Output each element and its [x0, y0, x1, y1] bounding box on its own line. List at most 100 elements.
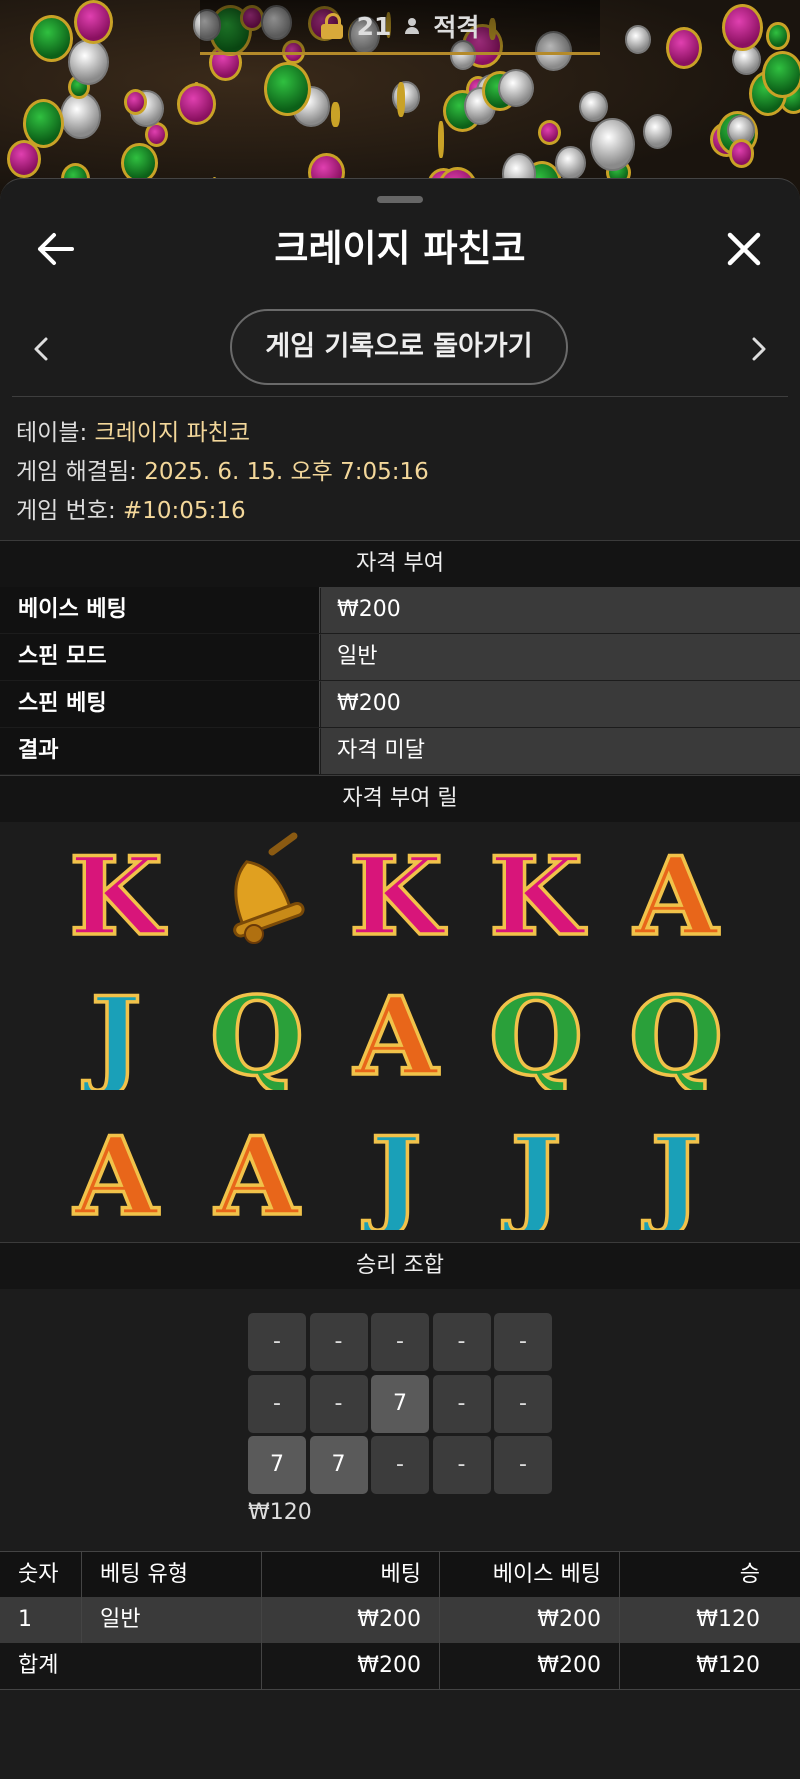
row-value: ₩200 [321, 587, 800, 633]
history-nav: 게임 기록으로 돌아가기 [0, 309, 800, 389]
total-label: 합계 [0, 1643, 262, 1689]
win-grid-cell: - [432, 1374, 491, 1433]
back-arrow-icon[interactable] [36, 231, 76, 267]
decor-coin [721, 3, 764, 51]
wins-heading: 승리 조합 [0, 1242, 800, 1290]
total-bet: ₩200 [262, 1643, 440, 1689]
qualify-label: 적격 [433, 13, 480, 42]
decor-coin [438, 120, 444, 159]
qualification-row: 베이스 베팅 ₩200 [0, 587, 800, 635]
win-grid-cell: - [248, 1313, 306, 1371]
decor-coin [578, 91, 608, 123]
reel-symbol-letter: J [362, 1114, 421, 1230]
col-header: 숫자 [0, 1552, 82, 1598]
reel-symbol-q-icon: Q [208, 972, 306, 1090]
win-grid-cell: - [309, 1313, 368, 1371]
win-amount: ₩120 [248, 1500, 312, 1525]
reel-symbol-a-icon: A [212, 1112, 303, 1230]
win-grid-cell: - [432, 1436, 491, 1494]
reel-symbol-letter: J [642, 1114, 701, 1230]
win-grid-cell: 7 [248, 1436, 306, 1494]
win-grid-cell: - [371, 1436, 429, 1494]
cell-win: ₩120 [696, 1607, 760, 1632]
win-grid-cell: - [432, 1313, 491, 1371]
decor-coin [176, 83, 216, 125]
win-grid-cell: - [309, 1374, 368, 1433]
divider [12, 396, 788, 397]
decor-coin [391, 81, 421, 113]
row-key: 결과 [0, 728, 320, 774]
close-icon[interactable] [724, 229, 764, 269]
decor-coin [766, 22, 790, 50]
game-info: 테이블: 크레이지 파친코 게임 해결됨: 2025. 6. 15. 오후 7:… [16, 414, 429, 531]
bell-symbol-icon [233, 832, 305, 944]
reel-symbol-k-icon: K [487, 832, 589, 950]
total-row: 합계 ₩200 ₩200 ₩120 [0, 1643, 800, 1690]
reel-symbol-a-icon: A [351, 972, 442, 1090]
winning-combination: -------7--77--- [0, 1289, 800, 1551]
reel-symbol-letter: J [502, 1114, 561, 1230]
decor-coin [590, 118, 635, 172]
reel-symbol-k-icon: K [67, 832, 169, 950]
reel-symbol-letter: J [82, 974, 141, 1090]
col-header: 승 [739, 1562, 760, 1587]
reel-symbol-a-icon: A [71, 1112, 162, 1230]
reel-symbol-letter: Q [489, 974, 583, 1090]
decor-coin [728, 139, 755, 168]
reel-symbol-letter: A [73, 1114, 160, 1230]
row-value: ₩200 [321, 681, 800, 727]
reel-symbol-letter: K [489, 834, 587, 950]
win-grid-cell: - [494, 1436, 552, 1494]
qualification-row: 스핀 베팅 ₩200 [0, 681, 800, 729]
top-status-bar: 21 적격 [200, 0, 600, 55]
reel-symbol-j-icon: J [81, 972, 144, 1090]
total-win: ₩120 [696, 1653, 760, 1678]
decor-coin [29, 15, 74, 62]
qualification-row: 결과 자격 미달 [0, 728, 800, 776]
reel-symbol-letter: A [633, 834, 720, 950]
decor-coin [68, 38, 109, 85]
info-game-number: 게임 번호: #10:05:16 [16, 498, 246, 524]
resolved-time: 2025. 6. 15. 오후 7:05:16 [144, 459, 429, 485]
reel-symbol-letter: K [349, 834, 447, 950]
reel-symbol-letter: K [69, 834, 167, 950]
reel-symbol-j-icon: J [501, 1112, 564, 1230]
back-to-history-button[interactable]: 게임 기록으로 돌아가기 [230, 309, 568, 385]
lock-icon [320, 13, 343, 39]
reel-symbol-letter: A [214, 1114, 301, 1230]
win-grid-cell: 7 [371, 1374, 429, 1433]
sheet-grabber[interactable] [377, 196, 423, 203]
table-row: 1 일반 ₩200 ₩200 ₩120 [0, 1597, 800, 1643]
decor-coin [396, 82, 405, 117]
cell-bet: ₩200 [262, 1597, 440, 1643]
reel-grid: KKKAJQAQQAAJJJ [0, 822, 800, 1242]
decor-coin [22, 99, 64, 148]
decor-coin [498, 68, 535, 107]
reels-heading: 자격 부여 릴 [0, 775, 800, 823]
sheet-header: 크레이지 파친코 [0, 214, 800, 284]
decor-coin [624, 25, 651, 54]
reel-symbol-j-icon: J [641, 1112, 704, 1230]
page-title: 크레이지 파친코 [274, 227, 526, 270]
reel-symbol-q-icon: Q [627, 972, 725, 1090]
reel-symbol-a-icon: A [631, 832, 722, 950]
qualification-heading: 자격 부여 [0, 540, 800, 588]
reel-symbol-k-icon: K [347, 832, 449, 950]
total-base: ₩200 [440, 1643, 620, 1689]
decor-coin [73, 0, 113, 45]
row-key: 스핀 모드 [0, 634, 320, 680]
table-name: 크레이지 파친코 [94, 420, 250, 446]
info-resolved: 게임 해결됨: 2025. 6. 15. 오후 7:05:16 [16, 459, 429, 485]
decor-coin [555, 145, 586, 181]
reel-symbol-letter: Q [629, 974, 723, 1090]
decor-coin [263, 62, 311, 117]
info-table: 테이블: 크레이지 파친코 [16, 420, 250, 446]
cell-type: 일반 [82, 1597, 262, 1643]
table-header-row: 숫자 베팅 유형 베팅 베이스 베팅 승 [0, 1551, 800, 1599]
reel-symbol-letter: A [353, 974, 440, 1090]
row-key: 스핀 베팅 [0, 681, 320, 727]
win-grid-cell: - [494, 1313, 552, 1371]
chevron-left-icon[interactable] [22, 329, 62, 369]
chevron-right-icon[interactable] [738, 329, 778, 369]
cell-num: 1 [0, 1597, 82, 1643]
